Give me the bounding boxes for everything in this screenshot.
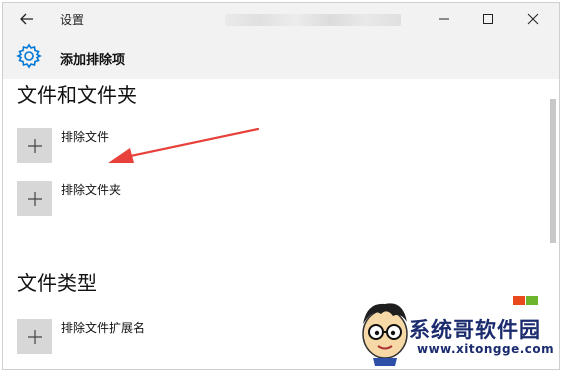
back-arrow-icon [20, 13, 33, 25]
gear-icon [16, 43, 42, 69]
blurred-region [225, 14, 401, 26]
title-bar: 设置 [3, 3, 559, 35]
exclude-extension-button[interactable]: 排除文件扩展名 [17, 319, 317, 355]
plus-box [17, 181, 52, 216]
maximize-icon [483, 14, 493, 24]
exclude-folder-label: 排除文件夹 [61, 183, 122, 197]
page-header: 添加排除项 [3, 35, 559, 79]
maximize-button[interactable] [466, 5, 510, 33]
back-button[interactable] [13, 8, 41, 30]
windows-logo-icon [513, 296, 538, 305]
minimize-button[interactable] [422, 5, 466, 33]
mascot-logo [362, 303, 408, 366]
close-icon [527, 13, 539, 25]
plus-box [17, 319, 52, 354]
exclude-folder-button[interactable]: 排除文件夹 [17, 181, 317, 217]
section-title-files-folders: 文件和文件夹 [17, 83, 137, 107]
plus-box [17, 128, 52, 163]
minimize-icon [439, 18, 449, 20]
page-title: 添加排除项 [60, 53, 126, 68]
plus-icon [27, 191, 42, 206]
window-title: 设置 [60, 13, 85, 27]
exclude-file-label: 排除文件 [61, 130, 110, 144]
watermark-url: www.xitongge.com [417, 342, 555, 356]
watermark: 系统哥软件园 www.xitongge.com [355, 294, 565, 370]
close-button[interactable] [511, 5, 555, 33]
exclude-extension-label: 排除文件扩展名 [61, 321, 146, 335]
section-title-file-types: 文件类型 [17, 271, 97, 295]
plus-icon [27, 138, 42, 153]
watermark-name: 系统哥软件园 [409, 318, 541, 342]
plus-icon [27, 329, 42, 344]
scrollbar-thumb[interactable] [550, 99, 556, 243]
exclude-file-button[interactable]: 排除文件 [17, 128, 317, 164]
